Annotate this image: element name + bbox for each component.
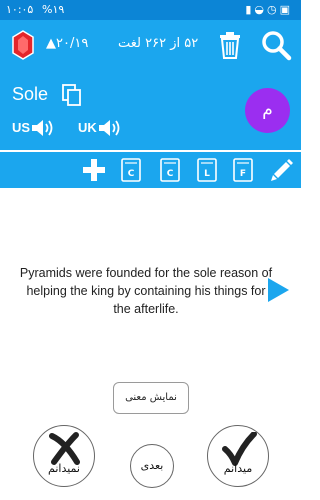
copy-icon[interactable] <box>62 84 82 106</box>
trash-icon[interactable] <box>218 31 242 59</box>
speaker-uk-icon[interactable] <box>98 118 122 138</box>
speaker-us-icon[interactable] <box>31 118 55 138</box>
battery-level: %۱۹ <box>42 3 65 16</box>
know-label: میدانم <box>223 462 253 475</box>
card-c-label: C <box>128 169 135 179</box>
card-l-label: L <box>204 169 210 179</box>
play-icon[interactable] <box>266 277 290 303</box>
card-c-icon[interactable]: C <box>160 158 180 182</box>
status-time: ۱۰:۰۵ <box>6 3 34 16</box>
check-icon <box>222 432 257 466</box>
status-bar: ۱۰:۰۵ %۱۹ ▮◒◷▣ <box>0 0 301 20</box>
dont-know-label: نمیدانم <box>48 462 80 475</box>
tool-bar: C C L F <box>0 152 301 188</box>
pencil-icon[interactable] <box>270 158 294 182</box>
alarm-icon: ◷ <box>266 3 280 16</box>
card-f-icon[interactable]: F <box>233 158 253 182</box>
word-progress: ۵۲ از ۲۶۲ لغت <box>118 36 199 51</box>
next-button[interactable]: بعدی <box>130 444 174 488</box>
card-f-label: F <box>240 169 246 179</box>
notification-icon: ▣ <box>279 3 293 16</box>
plus-icon[interactable] <box>82 158 106 182</box>
card-c-icon[interactable]: C <box>121 158 141 182</box>
know-button[interactable]: میدانم <box>207 425 269 487</box>
show-meaning-button[interactable]: نمایش معنی <box>113 382 189 414</box>
search-icon[interactable] <box>260 29 292 61</box>
status-icons: ▮◒◷▣ <box>245 3 293 16</box>
word-title: Sole <box>12 84 49 104</box>
example-sentence: Pyramids were founded for the sole reaso… <box>19 266 273 316</box>
card-c-label: C <box>167 169 174 179</box>
uk-accent-label: UK <box>78 120 97 135</box>
card-l-icon[interactable]: L <box>197 158 217 182</box>
top-bar: ▲۲۰/۱۹ ۵۲ از ۲۶۲ لغت <box>0 20 301 70</box>
avatar[interactable]: م <box>245 88 290 133</box>
cross-icon <box>49 432 80 465</box>
wifi-icon: ◒ <box>254 3 267 16</box>
score-counter: ▲۲۰/۱۹ <box>46 36 89 51</box>
ruby-gem-icon <box>12 30 34 60</box>
us-accent-label: US <box>12 120 31 135</box>
dont-know-button[interactable]: نمیدانم <box>33 425 95 487</box>
